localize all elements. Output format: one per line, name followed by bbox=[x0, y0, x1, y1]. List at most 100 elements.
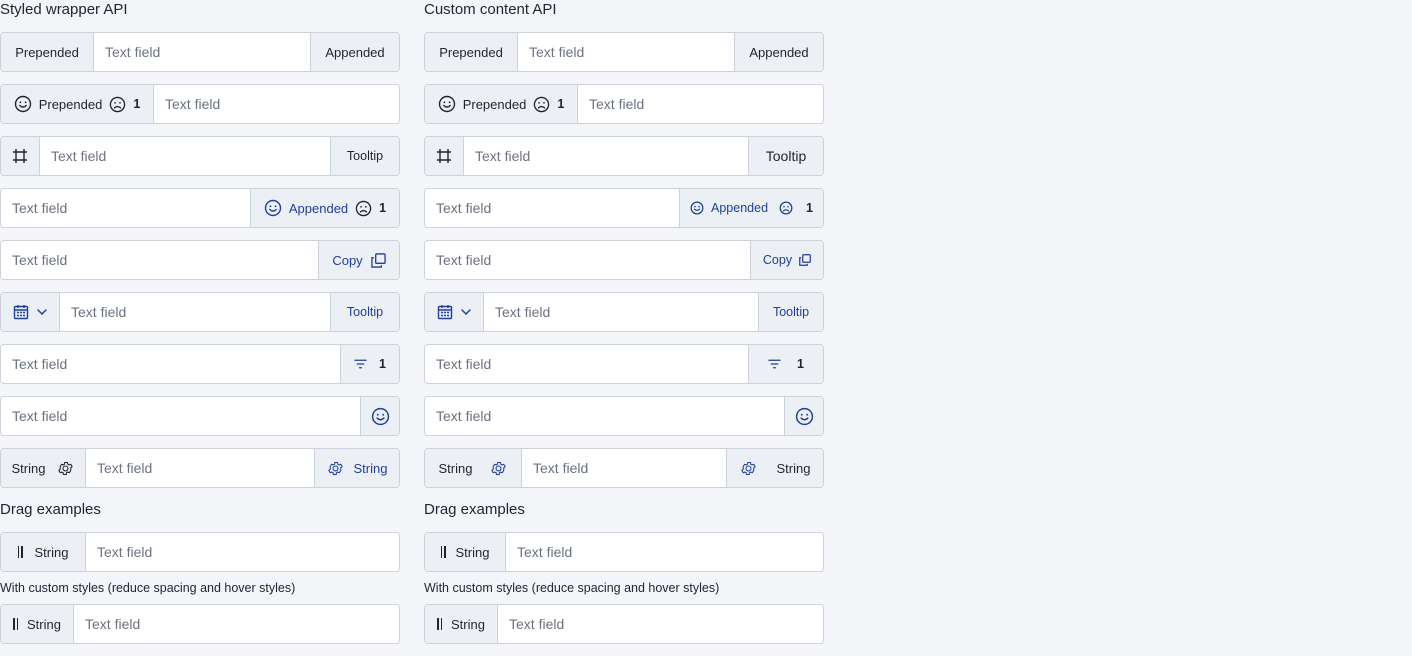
append-addon[interactable]: Appended bbox=[310, 33, 399, 71]
filter-button[interactable]: 1 bbox=[340, 345, 399, 383]
append-label: Appended bbox=[288, 200, 349, 216]
smile-button[interactable] bbox=[360, 397, 399, 435]
tooltip-addon[interactable]: Tooltip bbox=[758, 293, 823, 331]
string-label: String bbox=[353, 460, 388, 476]
drag-handle[interactable]: String bbox=[425, 605, 498, 643]
frown-icon bbox=[355, 200, 372, 217]
input-group-smile bbox=[424, 396, 824, 436]
tooltip-addon[interactable]: Tooltip bbox=[330, 293, 399, 331]
calendar-icon bbox=[437, 304, 453, 320]
frame-button[interactable] bbox=[425, 137, 464, 175]
text-field[interactable] bbox=[86, 533, 399, 571]
count-badge: 1 bbox=[379, 357, 386, 371]
text-field[interactable] bbox=[578, 85, 823, 123]
section-heading: Styled wrapper API bbox=[0, 1, 128, 18]
input-group-string-gear: String String bbox=[0, 448, 400, 488]
prepend-label: Prepended bbox=[15, 44, 79, 60]
prepend-label: Prepended bbox=[439, 44, 503, 60]
text-field[interactable] bbox=[86, 449, 314, 487]
custom-content-column: Custom content API Prepended Appended Pr… bbox=[424, 0, 824, 656]
gear-icon bbox=[490, 460, 507, 477]
calendar-dropdown[interactable] bbox=[425, 293, 484, 331]
input-group-calendar-tooltip: Tooltip bbox=[424, 292, 824, 332]
calendar-dropdown[interactable] bbox=[1, 293, 60, 331]
prepend-addon[interactable]: Prepended 1 bbox=[425, 85, 578, 123]
copy-icon bbox=[370, 252, 386, 268]
calendar-icon bbox=[13, 304, 29, 320]
frown-icon bbox=[533, 96, 550, 113]
styled-wrapper-column: Styled wrapper API Prepended Appended Pr… bbox=[0, 0, 400, 656]
text-field[interactable] bbox=[1, 189, 250, 227]
append-addon[interactable]: Appended 1 bbox=[250, 189, 399, 227]
string-append[interactable]: String bbox=[726, 449, 823, 487]
tooltip-addon[interactable]: Tooltip bbox=[330, 137, 399, 175]
text-field[interactable] bbox=[425, 345, 748, 383]
frame-icon bbox=[436, 148, 452, 164]
input-group-filter: 1 bbox=[424, 344, 824, 384]
filter-icon bbox=[354, 358, 367, 370]
copy-icon bbox=[799, 254, 811, 266]
copy-button[interactable]: Copy bbox=[318, 241, 399, 279]
text-field[interactable] bbox=[518, 33, 734, 71]
input-group-drag-custom: String bbox=[0, 604, 400, 644]
text-field[interactable] bbox=[498, 605, 823, 643]
text-field[interactable] bbox=[425, 241, 750, 279]
string-label: String bbox=[438, 460, 473, 476]
gear-icon bbox=[740, 460, 757, 477]
prepend-addon[interactable]: Prepended 1 bbox=[1, 85, 154, 123]
prepend-addon[interactable]: Prepended bbox=[1, 33, 94, 71]
text-field[interactable] bbox=[522, 449, 726, 487]
input-group-drag-custom: String bbox=[424, 604, 824, 644]
drag-handle[interactable]: String bbox=[425, 533, 506, 571]
text-field[interactable] bbox=[1, 241, 318, 279]
append-label: Appended bbox=[325, 44, 385, 60]
string-label: String bbox=[776, 460, 811, 476]
input-group-string-gear: String String bbox=[424, 448, 824, 488]
append-label: Appended bbox=[711, 201, 769, 215]
string-append[interactable]: String bbox=[314, 449, 399, 487]
text-field[interactable] bbox=[74, 605, 399, 643]
input-group-drag: String bbox=[424, 532, 824, 572]
drag-heading: Drag examples bbox=[0, 501, 101, 518]
frame-button[interactable] bbox=[1, 137, 40, 175]
text-field[interactable] bbox=[1, 345, 340, 383]
input-group-drag: String bbox=[0, 532, 400, 572]
smile-button[interactable] bbox=[784, 397, 823, 435]
filter-button[interactable]: 1 bbox=[748, 345, 823, 383]
drag-handle[interactable]: String bbox=[1, 533, 86, 571]
text-field[interactable] bbox=[425, 397, 784, 435]
gear-icon bbox=[57, 460, 74, 477]
text-field[interactable] bbox=[40, 137, 330, 175]
copy-button[interactable]: Copy bbox=[750, 241, 823, 279]
prepend-addon[interactable]: Prepended bbox=[425, 33, 518, 71]
tooltip-label: Tooltip bbox=[765, 148, 807, 164]
string-prepend[interactable]: String bbox=[1, 449, 86, 487]
text-field[interactable] bbox=[425, 189, 679, 227]
text-field[interactable] bbox=[506, 533, 823, 571]
prepend-label: Prepended bbox=[462, 96, 527, 112]
smile-icon bbox=[438, 95, 456, 113]
section-heading: Custom content API bbox=[424, 1, 557, 18]
drag-handle[interactable]: String bbox=[1, 605, 74, 643]
chevron-down-icon bbox=[36, 306, 48, 318]
tooltip-label: Tooltip bbox=[772, 305, 810, 319]
input-group-append-icons: Appended 1 bbox=[424, 188, 824, 228]
text-field[interactable] bbox=[1, 397, 360, 435]
input-group-copy: Copy bbox=[424, 240, 824, 280]
text-field[interactable] bbox=[94, 33, 310, 71]
drag-handle-icon bbox=[437, 618, 443, 630]
drag-label: String bbox=[451, 616, 485, 632]
frame-icon bbox=[12, 148, 28, 164]
input-group-copy: Copy bbox=[0, 240, 400, 280]
text-field[interactable] bbox=[464, 137, 748, 175]
text-field[interactable] bbox=[484, 293, 758, 331]
smile-icon bbox=[264, 199, 282, 217]
drag-label: String bbox=[27, 616, 61, 632]
append-addon[interactable]: Appended 1 bbox=[679, 189, 823, 227]
append-addon[interactable]: Appended bbox=[734, 33, 823, 71]
text-field[interactable] bbox=[154, 85, 399, 123]
text-field[interactable] bbox=[60, 293, 330, 331]
string-prepend[interactable]: String bbox=[425, 449, 522, 487]
copy-label: Copy bbox=[762, 253, 793, 267]
tooltip-addon[interactable]: Tooltip bbox=[748, 137, 823, 175]
